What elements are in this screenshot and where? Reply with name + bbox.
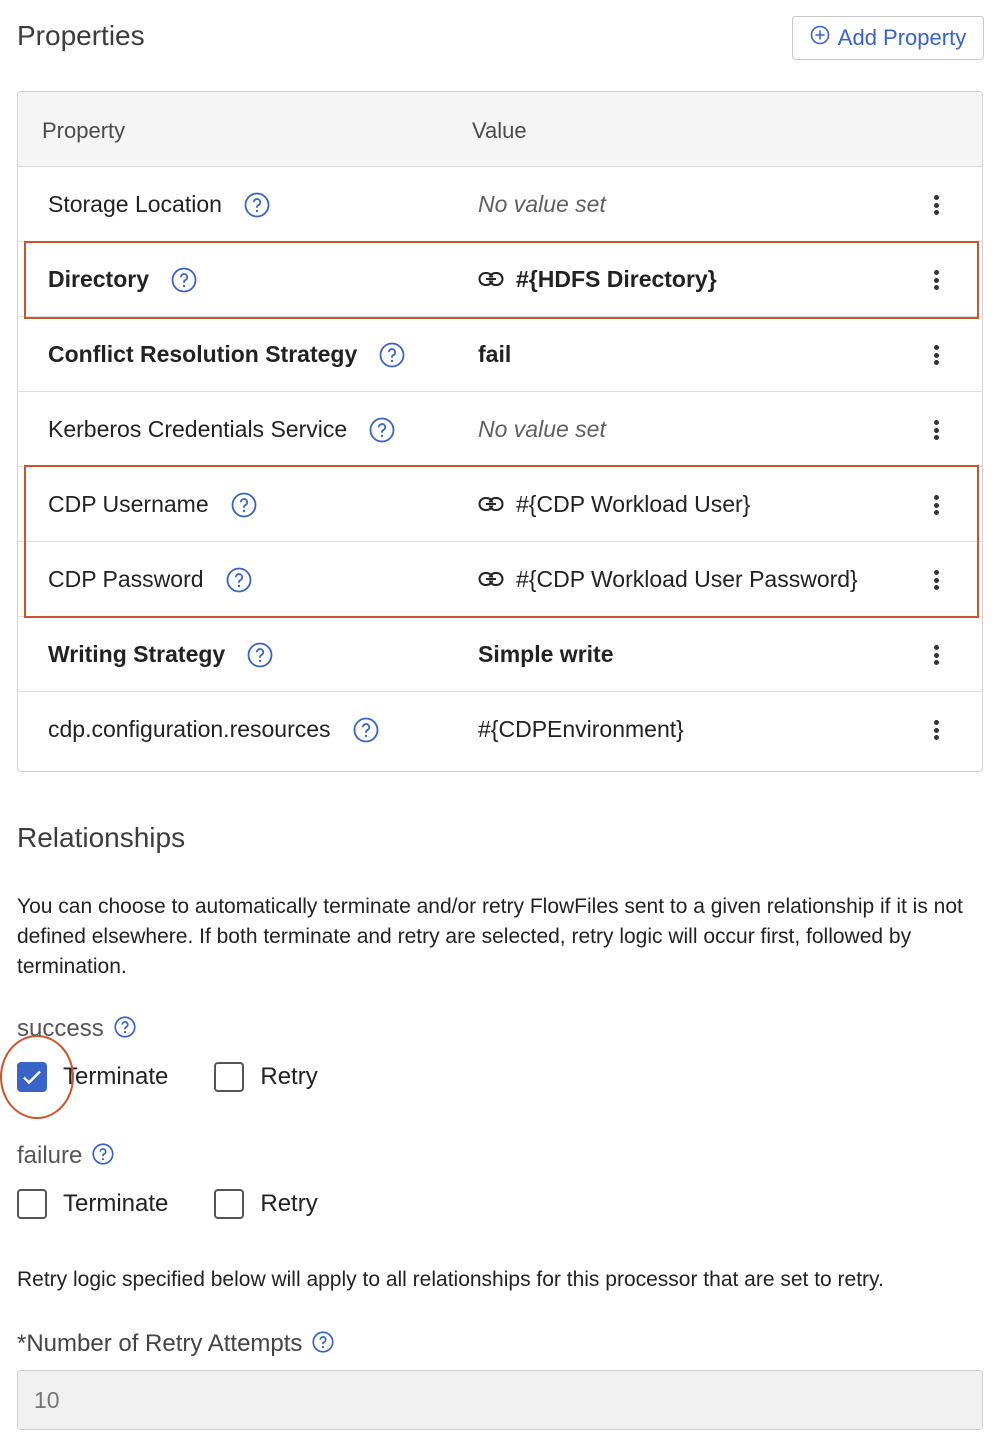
help-icon[interactable] (171, 267, 197, 293)
help-icon[interactable] (369, 417, 395, 443)
more-options-icon[interactable] (926, 491, 946, 519)
failure-options: Terminate Retry (17, 1189, 364, 1219)
table-row[interactable]: Conflict Resolution Strategy fail (18, 317, 982, 392)
checkbox-checked[interactable] (17, 1062, 47, 1092)
checkbox-label: Retry (260, 1190, 318, 1217)
more-options-icon[interactable] (926, 641, 946, 669)
success-options: Terminate Retry (17, 1062, 364, 1092)
help-icon[interactable] (226, 567, 252, 593)
success-terminate-checkbox[interactable]: Terminate (17, 1062, 168, 1092)
property-name-cell: Storage Location (48, 167, 270, 242)
relationship-label-failure: failure (17, 1142, 118, 1170)
properties-table: Property Value Storage Location No value… (17, 91, 983, 772)
property-value: No value set (478, 191, 606, 217)
checkbox-label: Terminate (63, 1190, 169, 1217)
column-header-value: Value (472, 118, 527, 143)
property-name: Kerberos Credentials Service (48, 416, 348, 442)
property-value-cell[interactable]: #{CDP Workload User} (478, 467, 750, 542)
property-value-cell[interactable]: Simple write (478, 617, 613, 692)
property-name: CDP Username (48, 491, 209, 517)
property-name: Storage Location (48, 191, 222, 217)
relationship-name: success (17, 1015, 104, 1042)
property-value: fail (478, 341, 512, 367)
table-header: Property Value (18, 92, 982, 167)
link-icon (478, 266, 504, 293)
relationships-title: Relationships (17, 822, 186, 853)
property-name: Writing Strategy (48, 641, 226, 667)
property-value-cell[interactable]: #{CDP Workload User Password} (478, 542, 858, 617)
relationships-description: You can choose to automatically terminat… (17, 895, 963, 978)
property-name: CDP Password (48, 566, 204, 592)
property-name-cell: Directory (48, 242, 197, 317)
relationship-name: failure (17, 1142, 83, 1169)
more-options-icon[interactable] (926, 341, 946, 369)
help-icon[interactable] (92, 1143, 118, 1169)
more-options-icon[interactable] (926, 266, 946, 294)
checkbox-label: Terminate (63, 1063, 169, 1090)
property-name: Directory (48, 266, 149, 292)
table-row[interactable]: Storage Location No value set (18, 167, 982, 242)
plus-circle-icon (810, 25, 830, 51)
property-name-cell: cdp.configuration.resources (48, 692, 379, 767)
property-name-cell: CDP Username (48, 467, 257, 542)
help-icon[interactable] (231, 492, 257, 518)
property-name-cell: Conflict Resolution Strategy (48, 317, 405, 392)
property-value: #{CDPEnvironment} (478, 716, 684, 742)
property-value-cell[interactable]: fail (478, 317, 511, 392)
property-value: #{HDFS Directory} (516, 266, 717, 292)
retry-attempts-input[interactable] (17, 1370, 983, 1430)
property-name: cdp.configuration.resources (48, 716, 331, 742)
column-header-property: Property (42, 118, 126, 143)
retry-attempts-label: *Number of Retry Attempts (17, 1330, 338, 1358)
table-row[interactable]: cdp.configuration.resources #{CDPEnviron… (18, 692, 982, 767)
more-options-icon[interactable] (926, 191, 946, 219)
property-name-cell: Writing Strategy (48, 617, 273, 692)
checkbox-label: Retry (260, 1063, 318, 1090)
failure-retry-checkbox[interactable]: Retry (214, 1189, 318, 1219)
table-row[interactable]: Directory #{HDFS Directory} (18, 242, 982, 317)
property-name-cell: CDP Password (48, 542, 252, 617)
checkbox-unchecked[interactable] (214, 1062, 245, 1092)
property-value-cell[interactable]: No value set (478, 392, 606, 467)
help-icon[interactable] (247, 642, 273, 668)
link-icon (478, 491, 504, 518)
more-options-icon[interactable] (926, 716, 946, 744)
table-row[interactable]: Kerberos Credentials Service No value se… (18, 392, 982, 467)
property-name-cell: Kerberos Credentials Service (48, 392, 395, 467)
help-icon[interactable] (353, 717, 379, 743)
property-value: No value set (478, 416, 606, 442)
add-property-button[interactable]: Add Property (792, 16, 984, 60)
failure-terminate-checkbox[interactable]: Terminate (17, 1189, 168, 1219)
property-value-cell[interactable]: #{CDPEnvironment} (478, 692, 684, 767)
property-value-cell[interactable]: #{HDFS Directory} (478, 242, 717, 317)
table-row[interactable]: CDP Username #{CDP Workload User} (18, 467, 982, 542)
help-icon[interactable] (244, 192, 270, 218)
table-row[interactable]: CDP Password #{CDP Workload User Passwor… (18, 542, 982, 617)
relationship-label-success: success (17, 1015, 140, 1043)
property-value: #{CDP Workload User} (516, 491, 751, 517)
property-name: Conflict Resolution Strategy (48, 341, 358, 367)
property-value-cell[interactable]: No value set (478, 167, 606, 242)
table-row[interactable]: Writing Strategy Simple write (18, 617, 982, 692)
properties-title: Properties (17, 20, 145, 51)
help-icon[interactable] (114, 1016, 140, 1042)
help-icon[interactable] (379, 342, 405, 368)
checkbox-unchecked[interactable] (214, 1189, 245, 1219)
checkbox-unchecked[interactable] (17, 1189, 47, 1219)
success-retry-checkbox[interactable]: Retry (214, 1062, 318, 1092)
retry-note: Retry logic specified below will apply t… (17, 1268, 884, 1291)
help-icon[interactable] (312, 1331, 338, 1357)
more-options-icon[interactable] (926, 566, 946, 594)
add-property-label: Add Property (837, 25, 967, 50)
link-icon (478, 566, 504, 593)
field-label-text: *Number of Retry Attempts (17, 1330, 303, 1357)
more-options-icon[interactable] (926, 416, 946, 444)
property-value: Simple write (478, 641, 614, 667)
property-value: #{CDP Workload User Password} (516, 566, 858, 592)
